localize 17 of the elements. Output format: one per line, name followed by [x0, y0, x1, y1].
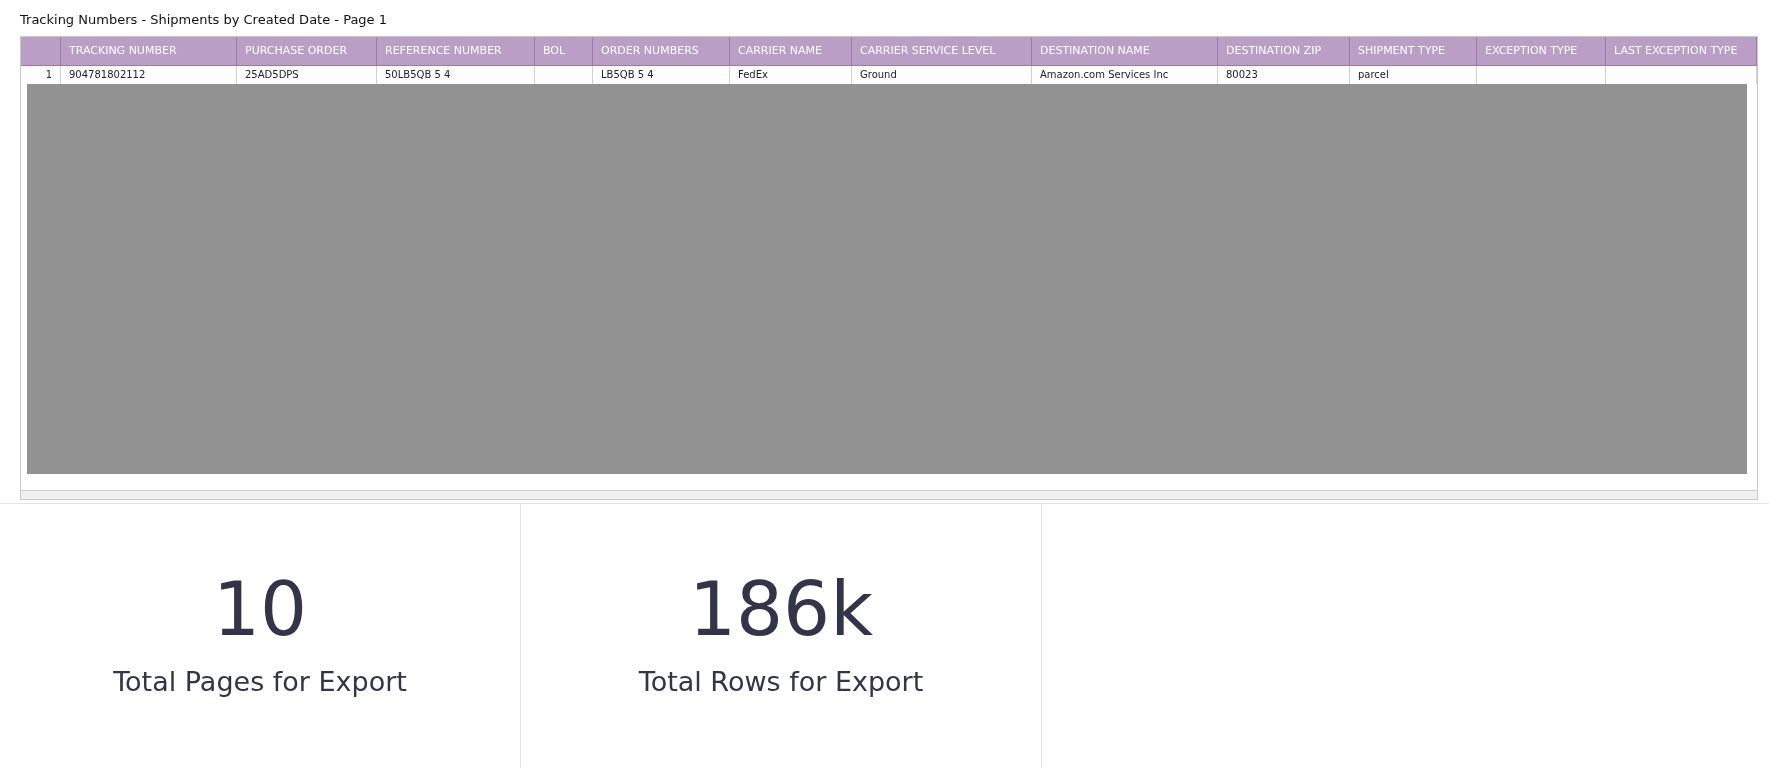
column-header[interactable]: EXCEPTION TYPE: [1477, 37, 1606, 66]
column-header[interactable]: BOL: [535, 37, 593, 66]
table-title: Tracking Numbers - Shipments by Created Date - Page 1: [20, 11, 389, 29]
column-header[interactable]: ORDER NUMBERS: [593, 37, 730, 66]
column-header[interactable]: CARRIER NAME: [730, 37, 852, 66]
kpi-label: Total Rows for Export: [638, 666, 924, 697]
column-header[interactable]: LAST EXCEPTION TYPE: [1606, 37, 1757, 66]
column-header[interactable]: TRACKING NUMBER: [61, 37, 237, 66]
kpi-label: Total Pages for Export: [113, 666, 407, 697]
kpi-value: 186k: [688, 565, 874, 654]
column-header[interactable]: DESTINATION ZIP: [1218, 37, 1350, 66]
kpi-value: 10: [212, 565, 308, 654]
column-header[interactable]: REFERENCE NUMBER: [377, 37, 535, 66]
column-header[interactable]: SHIPMENT TYPE: [1350, 37, 1477, 66]
column-header[interactable]: DESTINATION NAME: [1032, 37, 1218, 66]
column-header[interactable]: CARRIER SERVICE LEVEL: [852, 37, 1032, 66]
column-header[interactable]: PURCHASE ORDER: [237, 37, 377, 66]
